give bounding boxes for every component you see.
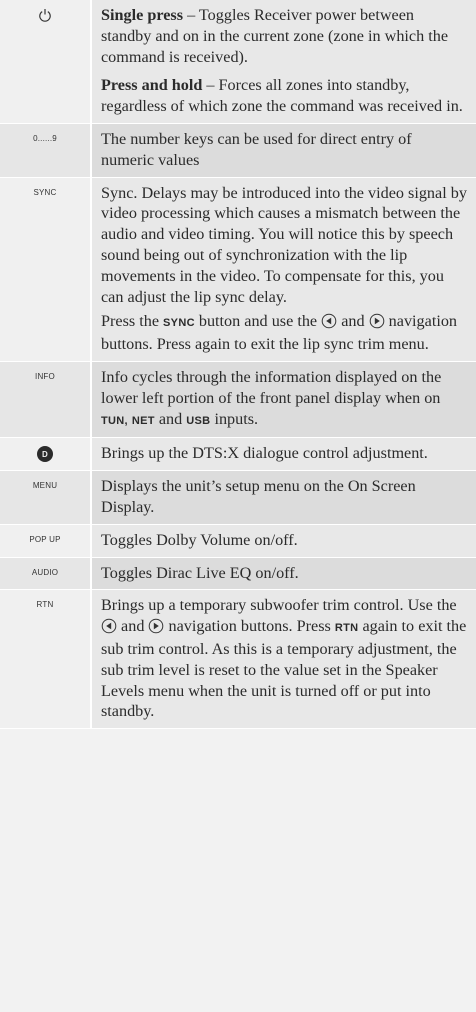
key-label: MENU [0, 471, 90, 524]
key-label: RTN [0, 590, 90, 729]
description-text: Toggles Dirac Live EQ on/off. [101, 563, 299, 582]
table-row-power: Single press – Toggles Receiver power be… [0, 0, 476, 124]
single-press-label: Single press [101, 6, 184, 24]
description-text: Brings up a temporary subwoofer trim con… [101, 595, 468, 722]
key-label: 0......9 [0, 123, 90, 177]
left-arrow-icon [101, 618, 117, 634]
key-cell: D [0, 438, 90, 471]
description-text: Info cycles through the information disp… [101, 367, 468, 431]
text-fragment: and [154, 409, 187, 428]
tun-label: TUN, [101, 414, 128, 427]
sync-button-label: SYNC [163, 317, 195, 330]
key-cell [0, 0, 90, 123]
key-label: AUDIO [0, 557, 90, 590]
description-cell: Displays the unit’s setup menu on the On… [90, 471, 476, 524]
sync-instructions: Press the SYNC button and use the and na… [101, 311, 468, 355]
description-cell: The number keys can be used for direct e… [90, 123, 476, 177]
left-arrow-icon [321, 314, 337, 329]
description-cell: Single press – Toggles Receiver power be… [90, 0, 476, 123]
right-arrow-icon [149, 618, 164, 634]
text-fragment: navigation buttons. Press [164, 617, 335, 636]
key-label: SYNC [0, 177, 90, 361]
description-cell: Info cycles through the information disp… [90, 361, 476, 438]
description-text: Toggles Dolby Volume on/off. [101, 530, 298, 549]
text-fragment: and [337, 312, 369, 331]
table-row-dts-dialogue: D Brings up the DTS:X dialogue control a… [0, 438, 476, 472]
table-row-menu: MENU Displays the unit’s setup menu on t… [0, 471, 476, 525]
table-row-popup: POP UP Toggles Dolby Volume on/off. [0, 524, 476, 558]
text-fragment: and [117, 617, 149, 636]
power-icon [39, 9, 51, 22]
description-cell: Toggles Dirac Live EQ on/off. [90, 557, 476, 590]
table-row-audio: AUDIO Toggles Dirac Live EQ on/off. [0, 557, 476, 591]
text-fragment: Brings up a temporary subwoofer trim con… [101, 596, 457, 615]
right-arrow-icon [369, 314, 384, 329]
table-row-info: INFO Info cycles through the information… [0, 361, 476, 439]
description-cell: Toggles Dolby Volume on/off. [90, 524, 476, 557]
description-text: Sync. Delays may be introduced into the … [101, 183, 467, 306]
rtn-button-label: RTN [334, 622, 359, 635]
usb-label: USB [186, 414, 211, 427]
description-cell: Brings up the DTS:X dialogue control adj… [90, 438, 476, 471]
description-cell: Brings up a temporary subwoofer trim con… [90, 590, 476, 729]
table-row-sync: SYNC Sync. Delays may be introduced into… [0, 177, 476, 362]
svg-text:D: D [42, 450, 48, 459]
description-text: Brings up the DTS:X dialogue control adj… [101, 444, 428, 463]
description-text: The number keys can be used for direct e… [101, 129, 412, 169]
text-fragment: button and use the [194, 312, 322, 331]
description-cell: Sync. Delays may be introduced into the … [90, 177, 476, 361]
key-label: INFO [0, 361, 90, 438]
table-row-rtn: RTN Brings up a temporary subwoofer trim… [0, 590, 476, 730]
remote-keys-table: Single press – Toggles Receiver power be… [0, 0, 476, 730]
text-fragment: inputs. [210, 409, 259, 428]
text-fragment: Press the [101, 312, 164, 331]
text-fragment: Info cycles through the information disp… [101, 367, 442, 407]
key-label: POP UP [0, 524, 90, 557]
table-row-numbers: 0......9 The number keys can be used for… [0, 123, 476, 178]
net-label: NET [131, 414, 155, 427]
dts-dialogue-icon: D [37, 446, 53, 463]
press-hold-label: Press and hold [101, 76, 203, 95]
description-text: Displays the unit’s setup menu on the On… [101, 477, 416, 516]
